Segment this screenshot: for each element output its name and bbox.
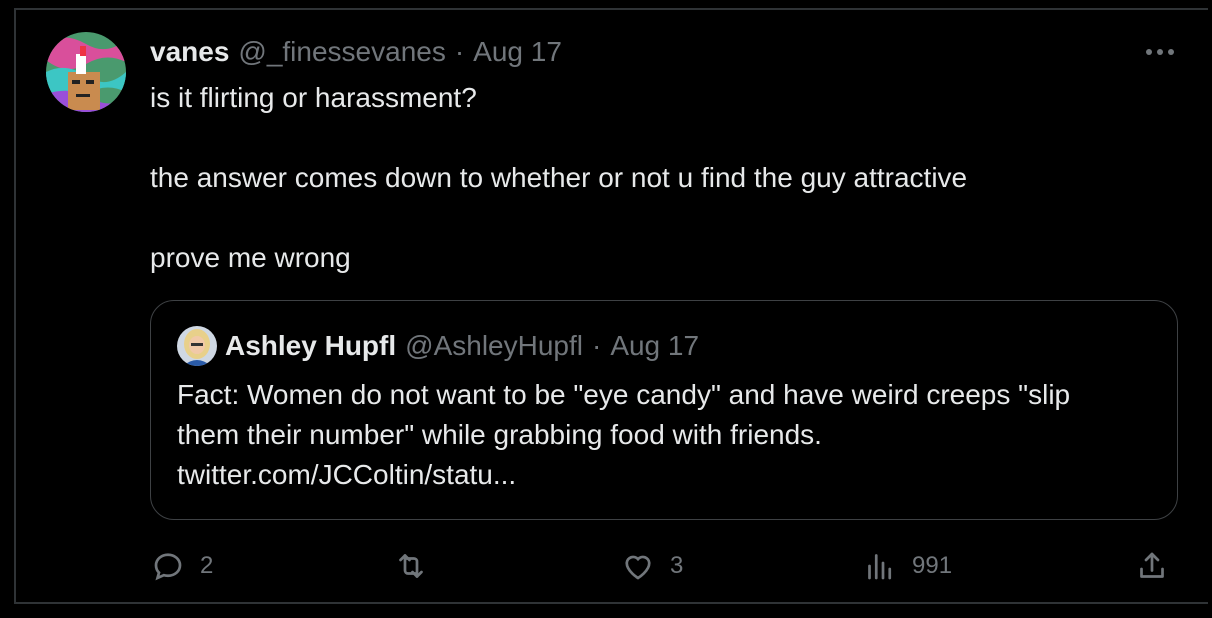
quoted-tweet[interactable]: Ashley Hupfl @AshleyHupfl · Aug 17 Fact:… [150,300,1178,520]
header-separator: · [454,36,465,67]
tweet-line [150,198,1170,238]
tweet-line [150,118,1170,158]
views-button[interactable]: 991 [862,548,952,584]
tweet-line: prove me wrong [150,242,351,273]
share-icon [1134,548,1170,584]
quoted-header: Ashley Hupfl @AshleyHupfl · Aug 17 [225,328,699,364]
quoted-author-avatar [177,326,217,366]
quoted-text: Fact: Women do not want to be "eye candy… [177,375,1167,495]
tweet-date[interactable]: Aug 17 [473,36,562,68]
reply-icon [150,548,186,584]
quoted-date: Aug 17 [610,330,700,361]
like-count: 3 [670,552,684,579]
quoted-author-name: Ashley Hupfl [225,330,397,361]
reply-count: 2 [200,552,214,579]
like-button[interactable]: 3 [620,548,683,584]
tweet-line: the answer comes down to whether or not … [150,162,968,193]
tweet-line: is it flirting or harassment? [150,82,477,113]
share-button[interactable] [1134,548,1170,584]
retweet-icon [392,548,430,584]
reply-button[interactable]: 2 [150,548,213,584]
views-count: 991 [912,552,953,579]
author-handle[interactable]: @_finessevanes [238,36,445,68]
quoted-line: Fact: Women do not want to be "eye candy… [177,379,1071,410]
views-icon [862,548,898,584]
quoted-link[interactable]: twitter.com/JCColtin/statu... [177,455,1167,495]
tweet-text: is it flirting or harassment? the answer… [150,78,1170,278]
tweet-header: vanes @_finessevanes · Aug 17 [150,34,562,70]
like-icon [620,548,656,584]
quoted-line: them their number" while grabbing food w… [177,419,822,450]
author-name[interactable]: vanes [150,36,229,68]
retweet-button[interactable] [392,548,444,584]
quoted-header-separator: · [591,330,602,361]
more-horizontal-icon[interactable] [1140,38,1180,66]
author-avatar[interactable] [46,32,126,112]
quoted-author-handle: @AshleyHupfl [405,330,583,361]
